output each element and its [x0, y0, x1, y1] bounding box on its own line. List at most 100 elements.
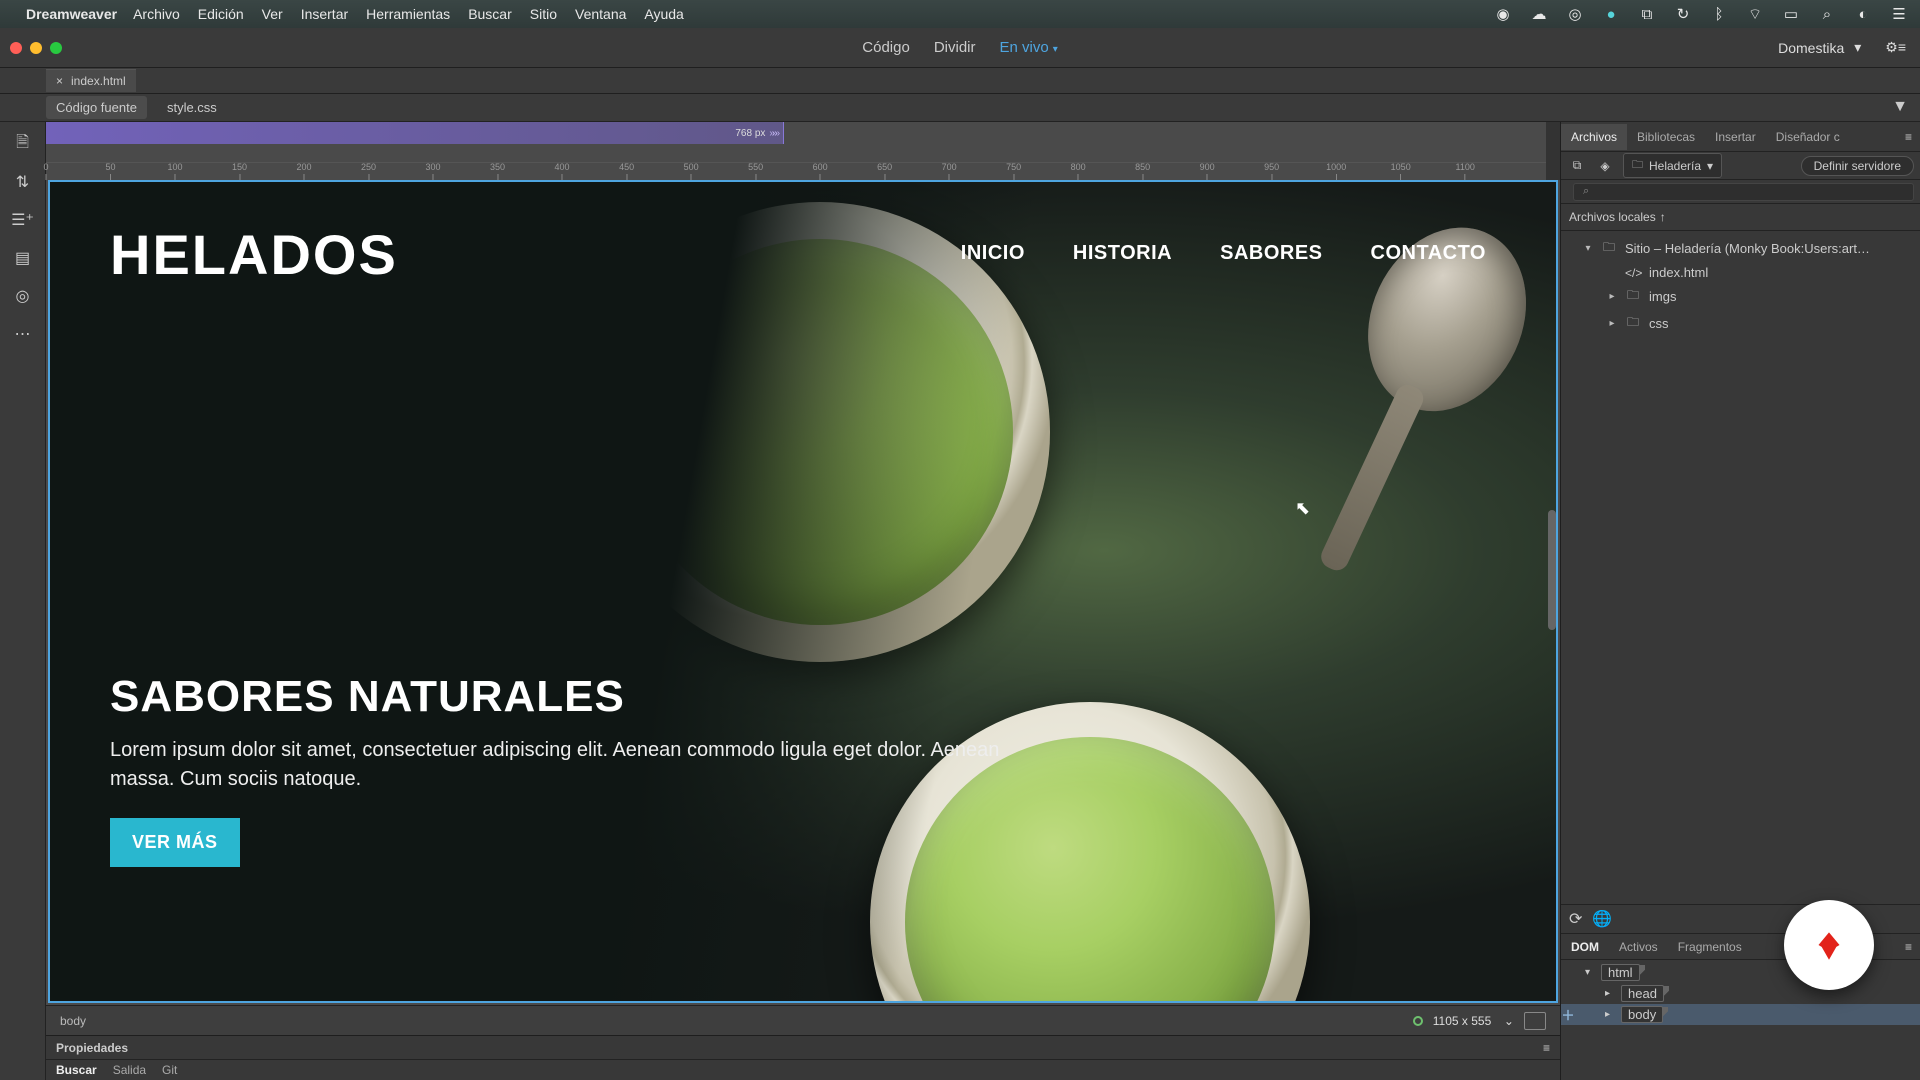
menu-ver[interactable]: Ver [262, 6, 283, 22]
menu-insertar[interactable]: Insertar [301, 6, 348, 22]
nav-inicio[interactable]: INICIO [961, 242, 1025, 265]
tab-fragmentos[interactable]: Fragmentos [1668, 936, 1752, 958]
ruler-tick: 950 [1264, 162, 1279, 180]
viewport-scrubber[interactable] [1546, 122, 1560, 180]
output-tab-salida[interactable]: Salida [113, 1063, 146, 1077]
disclosure-icon[interactable]: ▾ [1585, 967, 1595, 978]
menu-ventana[interactable]: Ventana [575, 6, 626, 22]
disclosure-icon[interactable]: ▸ [1605, 1009, 1615, 1020]
view-split[interactable]: Dividir [934, 39, 976, 56]
cc-icon[interactable]: ◎ [1566, 5, 1584, 23]
ftp-icon[interactable]: ⧉ [1567, 156, 1587, 176]
zoom-button[interactable] [50, 42, 62, 54]
close-tab-icon[interactable]: × [56, 74, 63, 88]
display-icon[interactable]: ⧉ [1638, 5, 1656, 23]
tree-folder-css[interactable]: ▸ 🗀 css [1561, 310, 1920, 337]
wifi-icon[interactable]: ⌔ [1746, 5, 1764, 23]
disclosure-icon[interactable]: ▸ [1607, 291, 1617, 302]
tree-file-index[interactable]: </> index.html [1561, 262, 1920, 283]
close-button[interactable] [10, 42, 22, 54]
nav-historia[interactable]: HISTORIA [1073, 242, 1172, 265]
file-icon[interactable]: 🗎 [11, 132, 35, 156]
menu-herramientas[interactable]: Herramientas [366, 6, 450, 22]
tab-insertar[interactable]: Insertar [1705, 124, 1766, 150]
folder-icon: 🗀 [1625, 313, 1641, 334]
record-icon[interactable]: ◉ [1494, 5, 1512, 23]
tab-css-designer[interactable]: Diseñador c [1766, 124, 1850, 150]
updown-icon[interactable]: ⇅ [11, 170, 35, 194]
device-preview-icon[interactable] [1524, 1012, 1546, 1030]
filter-icon[interactable]: ▼ [1892, 98, 1908, 116]
tab-archivos[interactable]: Archivos [1561, 124, 1627, 150]
dom-node-body[interactable]: ＋ ▸ body [1561, 1004, 1920, 1025]
tab-activos[interactable]: Activos [1609, 936, 1668, 958]
disclosure-icon[interactable]: ▸ [1605, 988, 1615, 999]
dom-node-head[interactable]: ▸ head [1561, 983, 1920, 1004]
tree-folder-imgs[interactable]: ▸ 🗀 imgs [1561, 283, 1920, 310]
menu-archivo[interactable]: Archivo [133, 6, 180, 22]
disclosure-icon[interactable]: ▾ [1583, 243, 1593, 254]
domestika-badge[interactable] [1784, 900, 1874, 990]
source-tab-main[interactable]: Código fuente [46, 96, 147, 119]
menu-buscar[interactable]: Buscar [468, 6, 512, 22]
timemachine-icon[interactable]: ↻ [1674, 5, 1692, 23]
menu-edicion[interactable]: Edición [198, 6, 244, 22]
disclosure-icon[interactable]: ▸ [1607, 318, 1617, 329]
menu-extras-icon[interactable]: ☰ [1890, 5, 1908, 23]
menubar-right: ◉ ☁ ◎ ● ⧉ ↻ ᛒ ⌔ ▭ ⌕ ◐ ☰ [1494, 5, 1908, 23]
properties-panel-header[interactable]: Propiedades ≡ [46, 1036, 1560, 1060]
macos-menubar: Dreamweaver Archivo Edición Ver Insertar… [0, 0, 1920, 28]
more-icon[interactable]: ⋯ [11, 322, 35, 346]
siri-icon[interactable]: ◐ [1854, 5, 1872, 23]
cloud-icon[interactable]: ☁ [1530, 5, 1548, 23]
menu-ayuda[interactable]: Ayuda [644, 6, 683, 22]
app-name[interactable]: Dreamweaver [26, 6, 117, 22]
viewport-dims[interactable]: 1105 x 555 ⌄ [1433, 1014, 1514, 1028]
window-controls [10, 42, 62, 54]
view-code[interactable]: Código [862, 39, 910, 56]
tab-dom[interactable]: DOM [1561, 936, 1609, 958]
add-node-icon[interactable]: ＋ [1559, 1005, 1577, 1024]
panel-menu-icon[interactable]: ≡ [1897, 940, 1920, 954]
minimize-button[interactable] [30, 42, 42, 54]
tag-path[interactable]: body [60, 1014, 86, 1028]
status-ok-icon[interactable] [1413, 1016, 1423, 1026]
ruler-tick: 100 [168, 162, 183, 180]
app-circle-icon[interactable]: ● [1602, 5, 1620, 23]
settings-icon[interactable]: ⚙≡ [1885, 39, 1906, 56]
breakpoint-768[interactable]: 768 px»»» [46, 122, 784, 144]
view-live[interactable]: En vivo▾ [999, 39, 1057, 56]
tree-site-root[interactable]: ▾ 🗀 Sitio – Heladería (Monky Book:Users:… [1561, 235, 1920, 262]
site-select[interactable]: 🗀 Heladería ▾ [1623, 153, 1722, 178]
output-tab-git[interactable]: Git [162, 1063, 177, 1077]
live-canvas[interactable]: HELADOS INICIO HISTORIA SABORES CONTACTO… [48, 180, 1558, 1003]
output-tab-buscar[interactable]: Buscar [56, 1063, 97, 1077]
canvas-scrollbar[interactable] [1548, 510, 1556, 630]
define-server-button[interactable]: Definir servidore [1801, 156, 1914, 176]
document-tab[interactable]: × index.html [46, 69, 136, 92]
sync-icon[interactable]: ◈ [1595, 156, 1615, 176]
menu-sitio[interactable]: Sitio [530, 6, 557, 22]
files-panel-tabs: Archivos Bibliotecas Insertar Diseñador … [1561, 122, 1920, 152]
nav-sabores[interactable]: SABORES [1220, 242, 1322, 265]
target-icon[interactable]: ◎ [11, 284, 35, 308]
globe-icon[interactable]: 🌐 [1592, 909, 1612, 929]
battery-icon[interactable]: ▭ [1782, 5, 1800, 23]
workspace-selector[interactable]: Domestika ▾ ⚙≡ [1778, 39, 1906, 56]
refresh-icon[interactable]: ⟳ [1569, 909, 1582, 929]
spotlight-icon[interactable]: ⌕ [1818, 5, 1836, 23]
site-nav: INICIO HISTORIA SABORES CONTACTO [961, 242, 1486, 265]
ruler[interactable]: 0501001502002503003504004505005506006507… [46, 162, 1560, 180]
local-files-header[interactable]: Archivos locales↑ [1561, 204, 1920, 231]
panel-menu-icon[interactable]: ≡ [1543, 1041, 1550, 1055]
panels-icon[interactable]: ▤ [11, 246, 35, 270]
files-search-input[interactable] [1573, 183, 1914, 201]
nav-contacto[interactable]: CONTACTO [1371, 242, 1486, 265]
source-tab-css[interactable]: style.css [167, 100, 217, 115]
panel-menu-icon[interactable]: ≡ [1897, 130, 1920, 144]
hero-cta-button[interactable]: VER MÁS [110, 818, 240, 867]
tab-bibliotecas[interactable]: Bibliotecas [1627, 124, 1705, 150]
bluetooth-icon[interactable]: ᛒ [1710, 5, 1728, 23]
bottom-panels: Propiedades ≡ Buscar Salida Git [46, 1035, 1560, 1080]
manage-icon[interactable]: ☰⁺ [11, 208, 35, 232]
